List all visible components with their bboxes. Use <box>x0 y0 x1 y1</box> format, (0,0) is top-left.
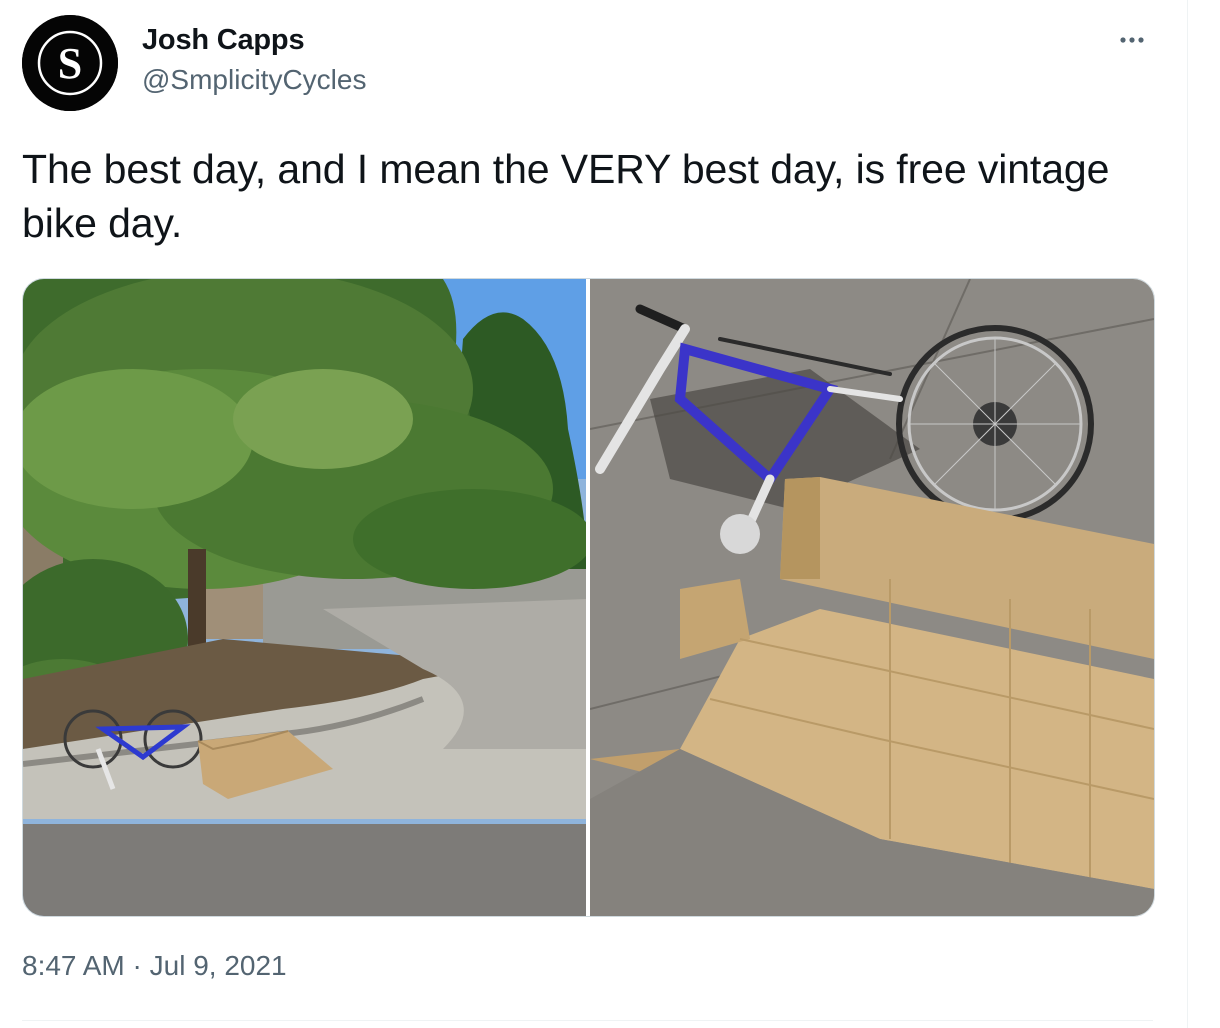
photo-bike-and-cardboard[interactable] <box>590 279 1154 916</box>
avatar[interactable]: S <box>22 15 118 111</box>
media-grid <box>22 278 1155 917</box>
tweet-timestamp: 8:47 AM · Jul 9, 2021 <box>22 950 287 982</box>
tweet-time-link[interactable]: 8:47 AM <box>22 950 125 981</box>
divider <box>22 1020 1153 1021</box>
timestamp-separator: · <box>132 950 142 981</box>
photo-bike-under-tree[interactable] <box>23 279 586 916</box>
author-name[interactable]: Josh Capps <box>142 24 305 57</box>
tweet-text: The best day, and I mean the VERY best d… <box>22 146 1110 246</box>
more-horizontal-icon <box>1120 37 1144 43</box>
more-button[interactable] <box>1110 18 1154 62</box>
tweet[interactable]: S Josh Capps @SmplicityCycles The best d… <box>0 0 1188 1028</box>
tweet-date-link[interactable]: Jul 9, 2021 <box>150 950 287 981</box>
author-handle[interactable]: @SmplicityCycles <box>142 64 366 96</box>
avatar-logo-icon: S <box>22 15 118 111</box>
avatar-letter: S <box>58 39 82 88</box>
